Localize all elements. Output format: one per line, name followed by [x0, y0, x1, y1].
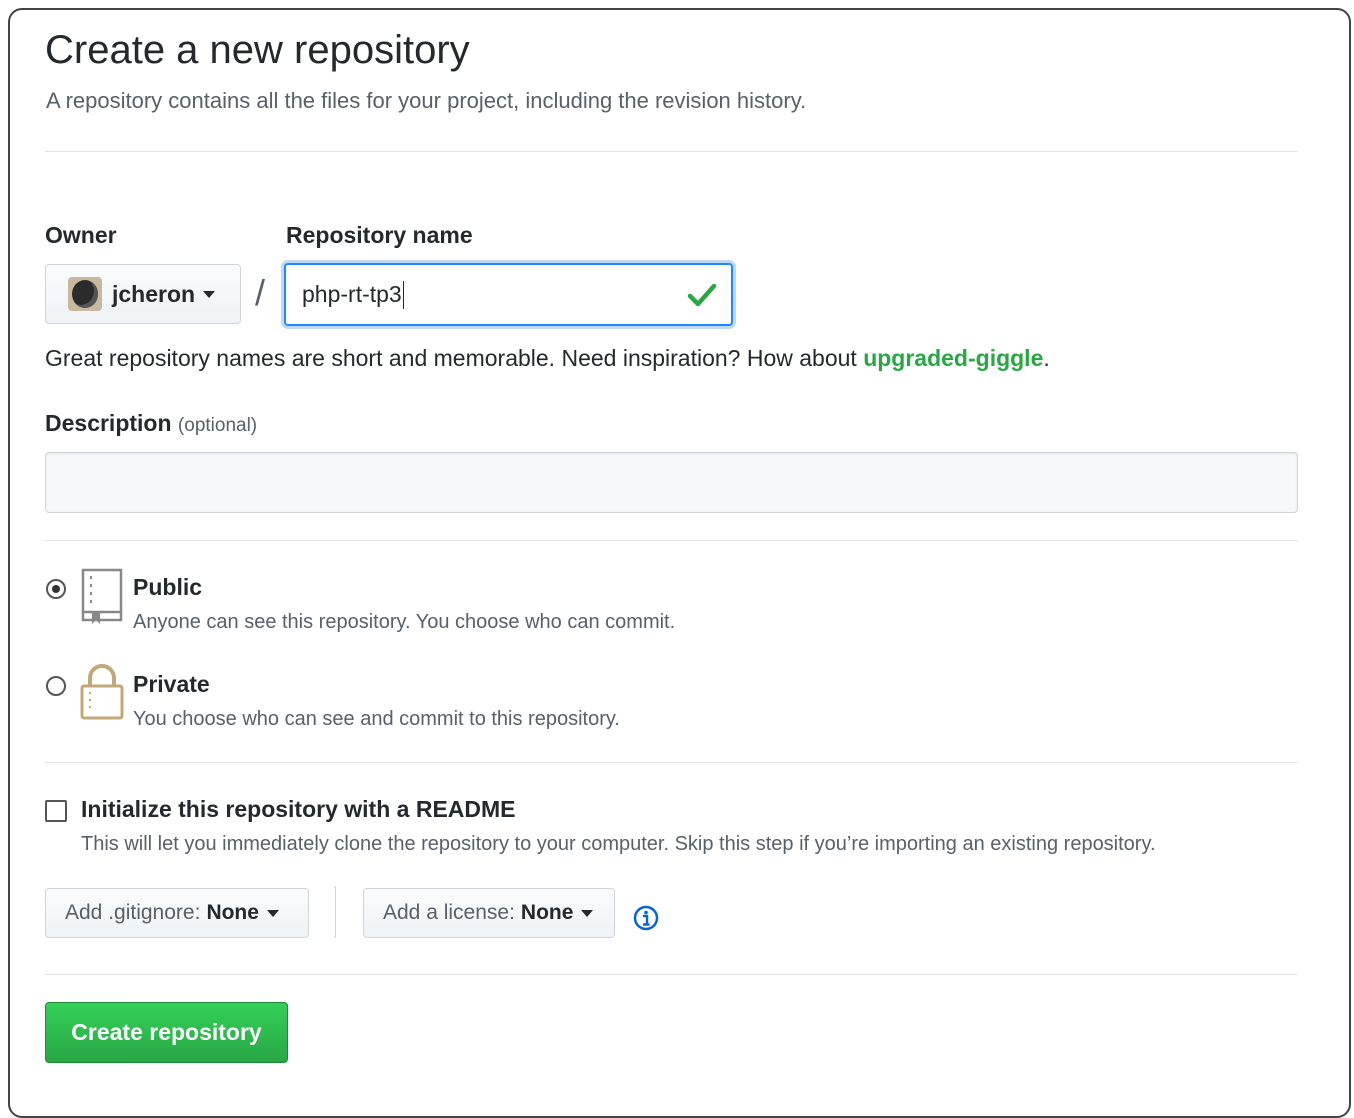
hint-end: .	[1043, 345, 1050, 371]
repo-name-label: Repository name	[286, 222, 473, 248]
gitignore-value: None	[206, 901, 259, 924]
lock-icon	[80, 664, 124, 720]
divider	[45, 974, 1298, 975]
caret-down-icon	[266, 909, 279, 917]
owner-label: Owner	[45, 222, 117, 248]
text-cursor	[402, 280, 404, 309]
repo-name-value: php-rt-tp3	[302, 281, 402, 307]
gitignore-dropdown-button[interactable]: Add .gitignore: None	[45, 888, 309, 938]
license-value: None	[520, 901, 574, 924]
page-subtitle: A repository contains all the files for …	[46, 88, 807, 113]
name-suggestion-link[interactable]: upgraded-giggle	[863, 345, 1043, 371]
readme-label: Initialize this repository with a README	[81, 796, 516, 822]
readme-description: This will let you immediately clone the …	[81, 833, 1156, 855]
readme-checkbox[interactable]	[45, 800, 67, 822]
public-description: Anyone can see this repository. You choo…	[133, 611, 676, 633]
caret-down-icon	[581, 909, 594, 917]
public-title: Public	[133, 574, 203, 600]
license-dropdown-button[interactable]: Add a license: None	[363, 888, 615, 938]
info-icon[interactable]	[633, 905, 659, 931]
owner-repo-separator: /	[255, 272, 266, 313]
caret-down-icon	[203, 290, 216, 298]
gitignore-label: Add .gitignore:	[65, 901, 201, 924]
repo-icon	[81, 568, 123, 624]
page-title: Create a new repository	[45, 28, 470, 72]
divider	[45, 540, 1298, 541]
check-icon	[687, 283, 717, 307]
description-label-text: Description	[45, 410, 172, 436]
button-separator	[335, 886, 336, 938]
avatar	[68, 277, 102, 311]
public-radio[interactable]	[46, 579, 66, 599]
owner-dropdown-button[interactable]: jcheron	[45, 264, 241, 324]
hint-text: Great repository names are short and mem…	[45, 345, 864, 371]
description-label: Description (optional)	[45, 410, 257, 437]
window-frame	[8, 8, 1351, 1118]
repo-name-input[interactable]: php-rt-tp3	[284, 263, 733, 326]
private-title: Private	[133, 671, 210, 697]
divider	[45, 151, 1298, 152]
optional-tag: (optional)	[177, 415, 258, 436]
owner-name: jcheron	[112, 280, 196, 307]
description-input[interactable]	[45, 452, 1298, 513]
divider	[45, 762, 1298, 763]
private-description: You choose who can see and commit to thi…	[133, 708, 620, 730]
create-repository-button[interactable]: Create repository	[45, 1002, 288, 1063]
license-label: Add a license:	[383, 901, 515, 924]
repo-name-hint: Great repository names are short and mem…	[45, 345, 1050, 372]
private-radio[interactable]	[46, 676, 66, 696]
